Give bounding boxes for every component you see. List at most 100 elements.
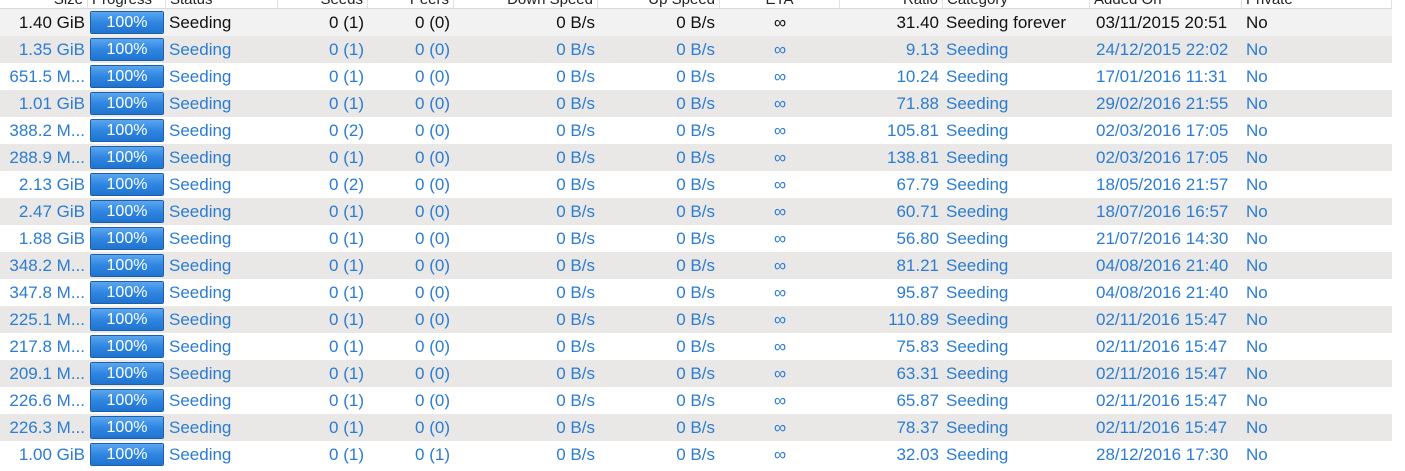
table-row[interactable]: 1.00 GiB Seeding 0 (1) 0 (1) 0 B/s 0 B/s ∞ 32.0…	[0, 441, 1392, 468]
progress-bar: 100%	[90, 335, 164, 358]
column-header-private[interactable]: Private	[1242, 0, 1392, 8]
status-cell: Seeding	[169, 40, 232, 59]
ratio-cell: 138.81	[887, 148, 939, 167]
seeds-cell: 0 (1)	[329, 148, 364, 167]
private-cell: No	[1246, 175, 1268, 194]
category-cell: Seeding forever	[946, 13, 1067, 32]
added-on-cell: 18/07/2016 16:57	[1096, 202, 1229, 221]
column-header-status[interactable]: Status	[166, 0, 278, 8]
added-on-cell: 03/11/2015 20:51	[1096, 13, 1228, 32]
seeds-cell: 0 (1)	[329, 364, 364, 383]
eta-cell: ∞	[773, 337, 787, 356]
size-cell: 651.5 M...	[9, 67, 85, 86]
eta-cell: ∞	[773, 391, 787, 410]
down-speed-cell: 0 B/s	[556, 175, 595, 194]
category-cell: Seeding	[946, 148, 1009, 167]
category-cell: Seeding	[946, 175, 1009, 194]
size-cell: 2.47 GiB	[18, 202, 85, 221]
added-on-cell: 21/07/2016 14:30	[1096, 229, 1229, 248]
size-cell: 209.1 M...	[9, 364, 85, 383]
seeds-cell: 0 (1)	[329, 40, 364, 59]
up-speed-cell: 0 B/s	[676, 418, 715, 437]
peers-cell: 0 (0)	[415, 175, 450, 194]
eta-cell: ∞	[773, 148, 787, 167]
ratio-cell: 60.71	[896, 202, 939, 221]
table-row[interactable]: 225.1 M... Seeding 0 (1) 0 (0) 0 B/s 0 B/s ∞ 11…	[0, 306, 1392, 333]
size-cell: 226.3 M...	[9, 418, 85, 437]
eta-cell: ∞	[773, 40, 787, 59]
column-header-ratio[interactable]: Ratio	[840, 0, 943, 8]
progress-label: 100%	[106, 95, 148, 112]
status-cell: Seeding	[169, 364, 232, 383]
size-cell: 226.6 M...	[9, 391, 85, 410]
table-row[interactable]: 2.47 GiB Seeding 0 (1) 0 (0) 0 B/s 0 B/s ∞ 60.7…	[0, 198, 1392, 225]
ratio-cell: 78.37	[896, 418, 939, 437]
table-row[interactable]: 226.6 M... Seeding 0 (1) 0 (0) 0 B/s 0 B/s ∞ 65…	[0, 387, 1392, 414]
table-row[interactable]: 347.8 M... Seeding 0 (1) 0 (0) 0 B/s 0 B/s ∞ 95…	[0, 279, 1392, 306]
table-row[interactable]: 288.9 M... Seeding 0 (1) 0 (0) 0 B/s 0 B/s ∞ 13…	[0, 144, 1392, 171]
peers-cell: 0 (0)	[415, 202, 450, 221]
peers-cell: 0 (1)	[415, 445, 450, 464]
progress-label: 100%	[106, 122, 148, 139]
progress-bar: 100%	[90, 416, 164, 439]
table-row[interactable]: 348.2 M... Seeding 0 (1) 0 (0) 0 B/s 0 B/s ∞ 81…	[0, 252, 1392, 279]
up-speed-cell: 0 B/s	[676, 67, 715, 86]
column-header-category[interactable]: Category	[943, 0, 1090, 8]
eta-cell: ∞	[773, 202, 787, 221]
progress-bar: 100%	[90, 119, 164, 142]
table-row[interactable]: 1.40 GiB Seeding 0 (1) 0 (0) 0 B/s 0 B/s ∞ 31.4…	[0, 9, 1392, 36]
seeds-cell: 0 (1)	[329, 256, 364, 275]
size-cell: 348.2 M...	[9, 256, 85, 275]
column-header-down-speed[interactable]: Down Speed	[454, 0, 598, 8]
table-row[interactable]: 651.5 M... Seeding 0 (1) 0 (0) 0 B/s 0 B/s ∞ 10…	[0, 63, 1392, 90]
down-speed-cell: 0 B/s	[556, 364, 595, 383]
added-on-cell: 02/11/2016 15:47	[1096, 418, 1228, 437]
private-cell: No	[1246, 13, 1268, 32]
torrent-list[interactable]: Size Progress Status Seeds Peers Down Sp…	[0, 0, 1392, 471]
size-cell: 2.13 GiB	[18, 175, 85, 194]
seeds-cell: 0 (1)	[329, 67, 364, 86]
seeds-cell: 0 (1)	[329, 13, 364, 32]
table-row[interactable]: 388.2 M... Seeding 0 (2) 0 (0) 0 B/s 0 B/s ∞ 10…	[0, 117, 1392, 144]
eta-cell: ∞	[773, 283, 787, 302]
seeds-cell: 0 (1)	[329, 94, 364, 113]
up-speed-cell: 0 B/s	[676, 202, 715, 221]
progress-label: 100%	[106, 446, 148, 463]
status-cell: Seeding	[169, 391, 232, 410]
eta-cell: ∞	[773, 445, 787, 464]
eta-cell: ∞	[773, 229, 787, 248]
added-on-cell: 02/11/2016 15:47	[1096, 337, 1228, 356]
column-header-progress[interactable]: Progress	[88, 0, 166, 8]
status-cell: Seeding	[169, 175, 232, 194]
table-row[interactable]: 226.3 M... Seeding 0 (1) 0 (0) 0 B/s 0 B/s ∞ 78…	[0, 414, 1392, 441]
peers-cell: 0 (0)	[415, 337, 450, 356]
table-row[interactable]: 209.1 M... Seeding 0 (1) 0 (0) 0 B/s 0 B/s ∞ 63…	[0, 360, 1392, 387]
column-header-size[interactable]: Size	[0, 0, 88, 8]
category-cell: Seeding	[946, 337, 1009, 356]
status-cell: Seeding	[169, 445, 232, 464]
private-cell: No	[1246, 445, 1268, 464]
column-header-peers[interactable]: Peers	[368, 0, 454, 8]
size-cell: 1.00 GiB	[18, 445, 85, 464]
table-row[interactable]: 1.01 GiB Seeding 0 (1) 0 (0) 0 B/s 0 B/s ∞ 71.8…	[0, 90, 1392, 117]
added-on-cell: 28/12/2016 17:30	[1096, 445, 1229, 464]
peers-cell: 0 (0)	[415, 391, 450, 410]
category-cell: Seeding	[946, 202, 1009, 221]
ratio-cell: 67.79	[896, 175, 939, 194]
column-header-added-on[interactable]: Added On	[1090, 0, 1242, 8]
column-header-seeds[interactable]: Seeds	[278, 0, 368, 8]
added-on-cell: 02/11/2016 15:47	[1096, 364, 1228, 383]
column-header-up-speed[interactable]: Up Speed	[598, 0, 720, 8]
progress-label: 100%	[106, 68, 148, 85]
table-row[interactable]: 217.8 M... Seeding 0 (1) 0 (0) 0 B/s 0 B/s ∞ 75…	[0, 333, 1392, 360]
table-row[interactable]: 1.35 GiB Seeding 0 (1) 0 (0) 0 B/s 0 B/s ∞ 9.13…	[0, 36, 1392, 63]
category-cell: Seeding	[946, 229, 1009, 248]
ratio-cell: 63.31	[896, 364, 939, 383]
added-on-cell: 02/11/2016 15:47	[1096, 391, 1228, 410]
table-row[interactable]: 1.88 GiB Seeding 0 (1) 0 (0) 0 B/s 0 B/s ∞ 56.8…	[0, 225, 1392, 252]
up-speed-cell: 0 B/s	[676, 364, 715, 383]
table-row[interactable]: 2.13 GiB Seeding 0 (2) 0 (0) 0 B/s 0 B/s ∞ 67.7…	[0, 171, 1392, 198]
private-cell: No	[1246, 256, 1268, 275]
column-header-eta[interactable]: ETA	[720, 0, 840, 8]
progress-label: 100%	[106, 365, 148, 382]
